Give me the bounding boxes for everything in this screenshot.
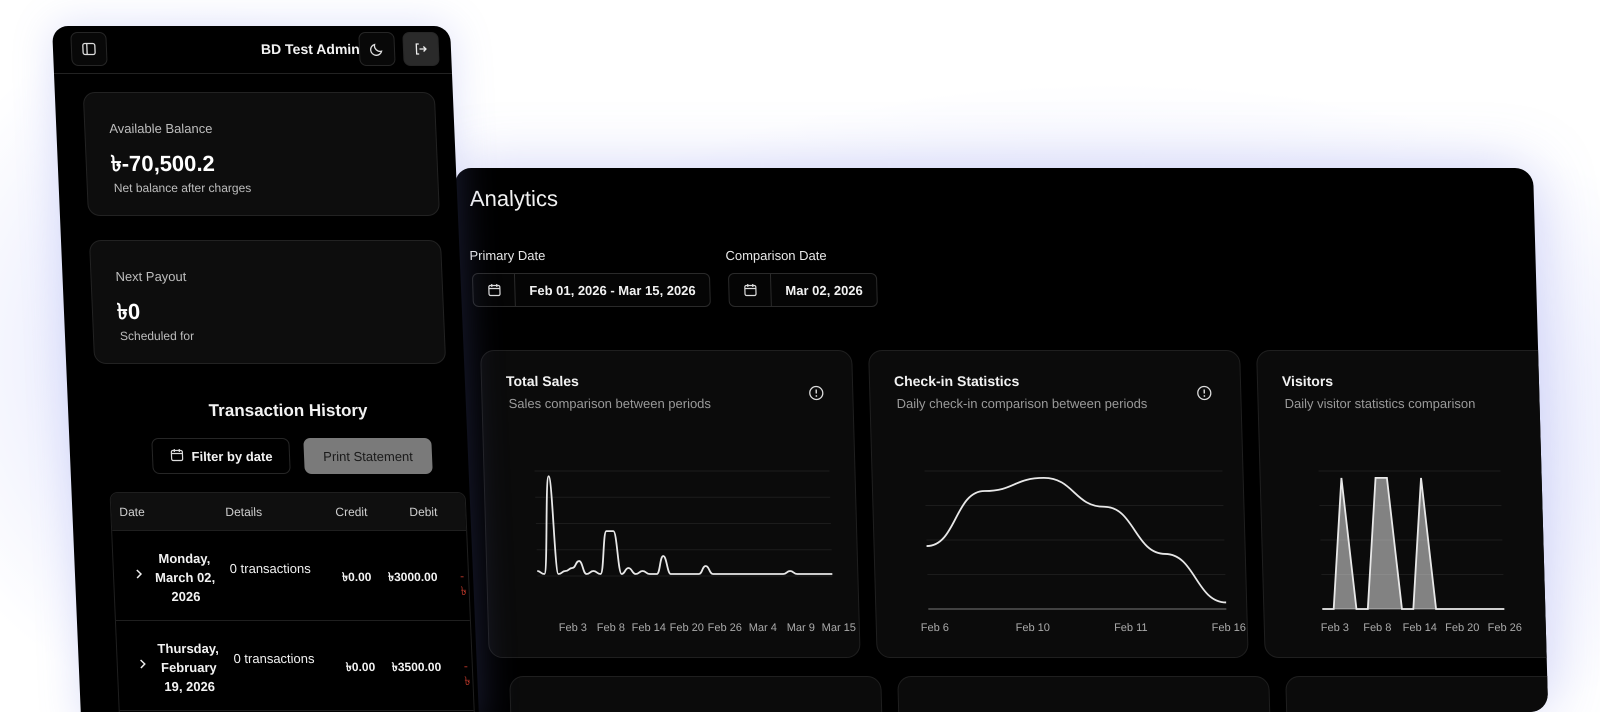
payout-value: ৳0 (116, 299, 141, 324)
transaction-history-title: Transaction History (208, 401, 368, 420)
x-tick-label: Feb 11 (1114, 622, 1148, 634)
comparison-date-picker[interactable]: Mar 02, 2026 (727, 273, 879, 307)
comparison-date-label: Comparison Date (725, 248, 827, 263)
next-payout-card: Next Payout ৳0 Scheduled for (88, 240, 447, 364)
primary-date-picker[interactable]: Feb 01, 2026 - Mar 15, 2026 (471, 273, 712, 307)
check-in-chart: Feb 6 Feb 10 Feb 11 Feb 16 (921, 470, 1247, 634)
visitors-card: Visitors Daily visitor statistics compar… (1256, 350, 1549, 658)
total-sales-chart: Feb 3 Feb 8 Feb 14 Feb 20 Feb 26 Mar 4 Mar 9 Ma… (534, 470, 857, 634)
calendar-icon (728, 274, 772, 306)
row-balance: -৳ (459, 569, 467, 598)
calendar-icon (472, 274, 516, 306)
primary-date-label: Primary Date (469, 248, 546, 263)
row-details: 0 transactions (233, 651, 315, 666)
primary-date-value: Feb 01, 2026 - Mar 15, 2026 (529, 282, 696, 298)
available-balance-card: Available Balance ৳-70,500.2 Net balance… (82, 92, 440, 216)
x-tick-label: Feb 20 (1445, 622, 1480, 634)
column-header: Details (225, 505, 263, 519)
row-date: Monday, March 02, 2026 (154, 551, 216, 604)
row-credit: ৳0.00 (341, 570, 372, 584)
x-tick-label: Feb 3 (559, 622, 587, 634)
print-statement-button[interactable]: Print Statement (303, 438, 433, 474)
x-tick-label: Feb 14 (1403, 622, 1438, 634)
x-tick-label: Mar 4 (749, 622, 777, 634)
chevron-right-icon[interactable] (137, 657, 148, 675)
filter-by-date-button[interactable]: Filter by date (151, 438, 291, 474)
visitors-chart: Feb 3 Feb 8 Feb 14 Feb 20 Feb 26 (1318, 470, 1523, 634)
total-sales-card: Total Sales Sales comparison between per… (480, 350, 861, 658)
admin-panel: BD Test Admin Available Balance ৳-70,500… (52, 26, 480, 712)
x-tick-label: Mar 15 (822, 622, 857, 634)
x-tick-label: Feb 6 (921, 622, 949, 634)
lower-card (897, 676, 1271, 712)
row-details: 0 transactions (229, 561, 311, 576)
x-tick-label: Feb 10 (1016, 622, 1051, 634)
admin-name: BD Test Admin (260, 41, 361, 57)
column-header: Date (119, 505, 146, 519)
filter-label: Filter by date (191, 448, 273, 464)
x-tick-label: Feb 8 (597, 622, 625, 634)
comparison-date-value: Mar 02, 2026 (785, 282, 863, 298)
table-row[interactable]: Monday, March 02, 2026 0 transactions ৳0… (112, 531, 470, 621)
x-tick-label: Feb 26 (708, 622, 743, 634)
balance-subtext: Net balance after charges (113, 181, 252, 195)
chevron-right-icon[interactable] (134, 567, 145, 585)
row-debit: ৳3500.00 (391, 660, 442, 674)
row-date: Thursday, February 19, 2026 (157, 641, 219, 694)
x-tick-label: Feb 26 (1488, 622, 1523, 634)
series-area (1322, 477, 1505, 609)
logout-icon[interactable] (402, 32, 440, 66)
transaction-table: Date Details Credit Debit Monday, March … (109, 492, 476, 712)
check-in-statistics-card: Check-in Statistics Daily check-in compa… (868, 350, 1249, 658)
row-debit: ৳3000.00 (387, 570, 438, 584)
column-header: Credit (335, 505, 368, 519)
column-header: Debit (409, 505, 438, 519)
series-line (537, 475, 833, 575)
payout-label: Next Payout (115, 269, 187, 284)
lower-card (1285, 676, 1549, 712)
balance-value: ৳-70,500.2 (110, 151, 216, 176)
payout-subtext: Scheduled for (119, 329, 195, 343)
sidebar-toggle-icon[interactable] (70, 32, 108, 66)
table-row[interactable]: Thursday, February 19, 2026 0 transactio… (115, 621, 474, 711)
x-tick-label: Mar 9 (787, 622, 815, 634)
row-balance: -৳ (463, 659, 471, 688)
calendar-icon (169, 448, 184, 465)
x-tick-label: Feb 16 (1212, 622, 1247, 634)
analytics-panel: Analytics Primary Date Feb 01, 2026 - Ma… (455, 168, 1549, 712)
table-header: Date Details Credit Debit (110, 493, 467, 531)
x-tick-label: Feb 3 (1321, 622, 1349, 634)
x-tick-label: Feb 14 (632, 622, 667, 634)
x-tick-label: Feb 20 (670, 622, 705, 634)
row-credit: ৳0.00 (345, 660, 376, 674)
lower-card (509, 676, 883, 712)
page-title: Analytics (469, 186, 559, 211)
moon-icon[interactable] (358, 32, 396, 66)
admin-topbar: BD Test Admin (52, 26, 453, 74)
x-tick-label: Feb 8 (1363, 622, 1391, 634)
balance-label: Available Balance (108, 121, 213, 136)
